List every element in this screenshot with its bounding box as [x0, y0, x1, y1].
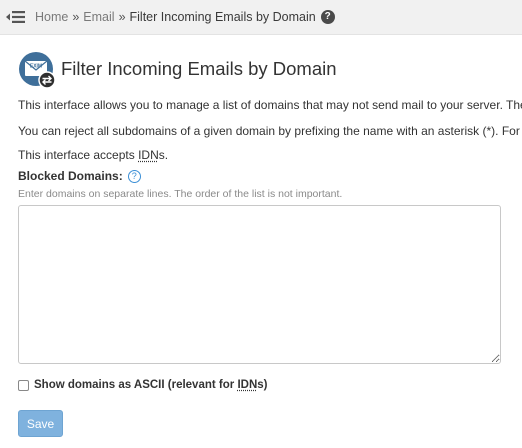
idn-abbreviation: IDN [138, 148, 159, 162]
blocked-domains-hint: Enter domains on separate lines. The ord… [18, 188, 343, 200]
idn-abbreviation: IDN [237, 379, 258, 391]
show-ascii-label-suffix: s) [257, 379, 268, 391]
exim-icon-text: EXIM [30, 64, 42, 70]
show-ascii-checkbox[interactable] [18, 379, 29, 391]
breadcrumb-separator: » [72, 10, 80, 24]
blocked-domains-label: Blocked Domains: [18, 169, 123, 183]
show-ascii-label[interactable]: Show domains as ASCII (relevant for IDNs… [34, 379, 267, 391]
ascii-option-row[interactable]: Show domains as ASCII (relevant for IDNs… [18, 379, 267, 391]
breadcrumb-current: Filter Incoming Emails by Domain [129, 10, 316, 24]
breadcrumb: Home » Email » Filter Incoming Emails by… [35, 10, 335, 24]
top-bar: Home » Email » Filter Incoming Emails by… [0, 0, 522, 35]
intro-text: This interface allows you to manage a li… [18, 98, 522, 112]
idn-note: This interface accepts IDNs. [18, 148, 168, 162]
page-title: Filter Incoming Emails by Domain [61, 58, 337, 79]
exim-envelope-icon: EXIM [19, 52, 56, 89]
idn-note-prefix: This interface accepts [18, 148, 139, 162]
show-ascii-label-prefix: Show domains as ASCII (relevant for [34, 379, 238, 391]
breadcrumb-email-link[interactable]: Email [83, 10, 114, 24]
save-button[interactable]: Save [18, 410, 63, 437]
breadcrumb-separator: » [118, 10, 126, 24]
help-icon[interactable]: ? [320, 10, 335, 24]
breadcrumb-home-link[interactable]: Home [35, 10, 68, 24]
hamburger-icon[interactable] [6, 10, 25, 24]
subdomains-note: You can reject all subdomains of a given… [18, 124, 522, 138]
help-question-icon[interactable]: ? [127, 169, 141, 183]
idn-note-suffix: s. [158, 148, 169, 162]
blocked-domains-label-row: Blocked Domains: ? [18, 169, 141, 183]
blocked-domains-textarea[interactable] [18, 205, 501, 364]
